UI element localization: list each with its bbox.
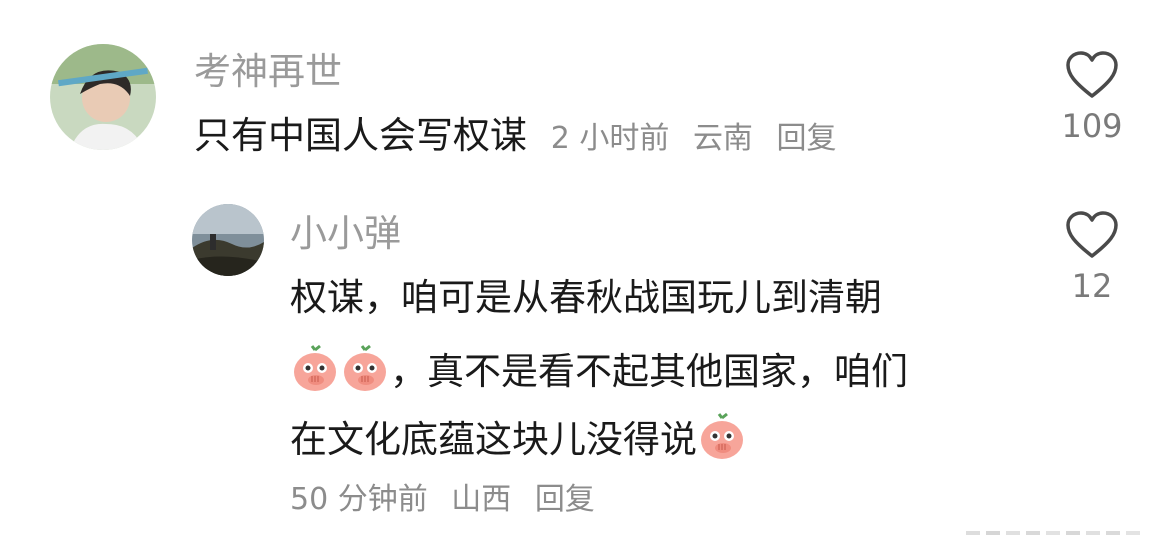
reply-text-line-2: ，真不是看不起其他国家，咱们 bbox=[290, 344, 908, 394]
peach-covering-mouth-emoji bbox=[290, 344, 340, 394]
peach-covering-mouth-emoji bbox=[340, 344, 390, 394]
comment-like-count: 109 bbox=[1061, 107, 1123, 145]
reply-reply-button[interactable]: 回复 bbox=[535, 482, 595, 517]
comment-text: 只有中国人会写权谋 2 小时前 云南 回复 bbox=[194, 114, 850, 161]
comment-reply-button[interactable]: 回复 bbox=[776, 121, 836, 156]
comment-username[interactable]: 考神再世 bbox=[194, 50, 342, 94]
reply-time: 50 分钟前 bbox=[290, 482, 428, 517]
reply-text-line-3: 在文化底蕴这块儿没得说 bbox=[290, 412, 747, 462]
comment-like-button[interactable]: 109 bbox=[1052, 50, 1132, 146]
reply-like-button[interactable]: 12 bbox=[1052, 210, 1132, 306]
avatar[interactable] bbox=[50, 44, 156, 150]
heart-outline-icon bbox=[1066, 51, 1118, 98]
reply-location: 山西 bbox=[451, 482, 512, 517]
heart-outline-icon bbox=[1066, 211, 1118, 258]
reply-text-line-1: 权谋，咱可是从春秋战国玩儿到清朝 bbox=[290, 276, 882, 319]
reply-text-line-2-content: ，真不是看不起其他国家，咱们 bbox=[390, 350, 908, 393]
peach-covering-mouth-emoji bbox=[697, 412, 747, 462]
comment-meta: 2 小时前 云南 回复 bbox=[551, 121, 851, 156]
comment-time: 2 小时前 bbox=[550, 121, 670, 156]
reply-username[interactable]: 小小弹 bbox=[290, 212, 401, 256]
reply-meta: 50 分钟前 山西 回复 bbox=[290, 480, 609, 520]
comment-text-content: 只有中国人会写权谋 bbox=[194, 114, 527, 157]
watermark-graphic bbox=[966, 531, 1140, 535]
reply-text-line-3-content: 在文化底蕴这块儿没得说 bbox=[290, 418, 697, 461]
comment-location: 云南 bbox=[692, 121, 753, 156]
reply-like-count: 12 bbox=[1071, 267, 1113, 305]
avatar[interactable] bbox=[192, 204, 264, 276]
